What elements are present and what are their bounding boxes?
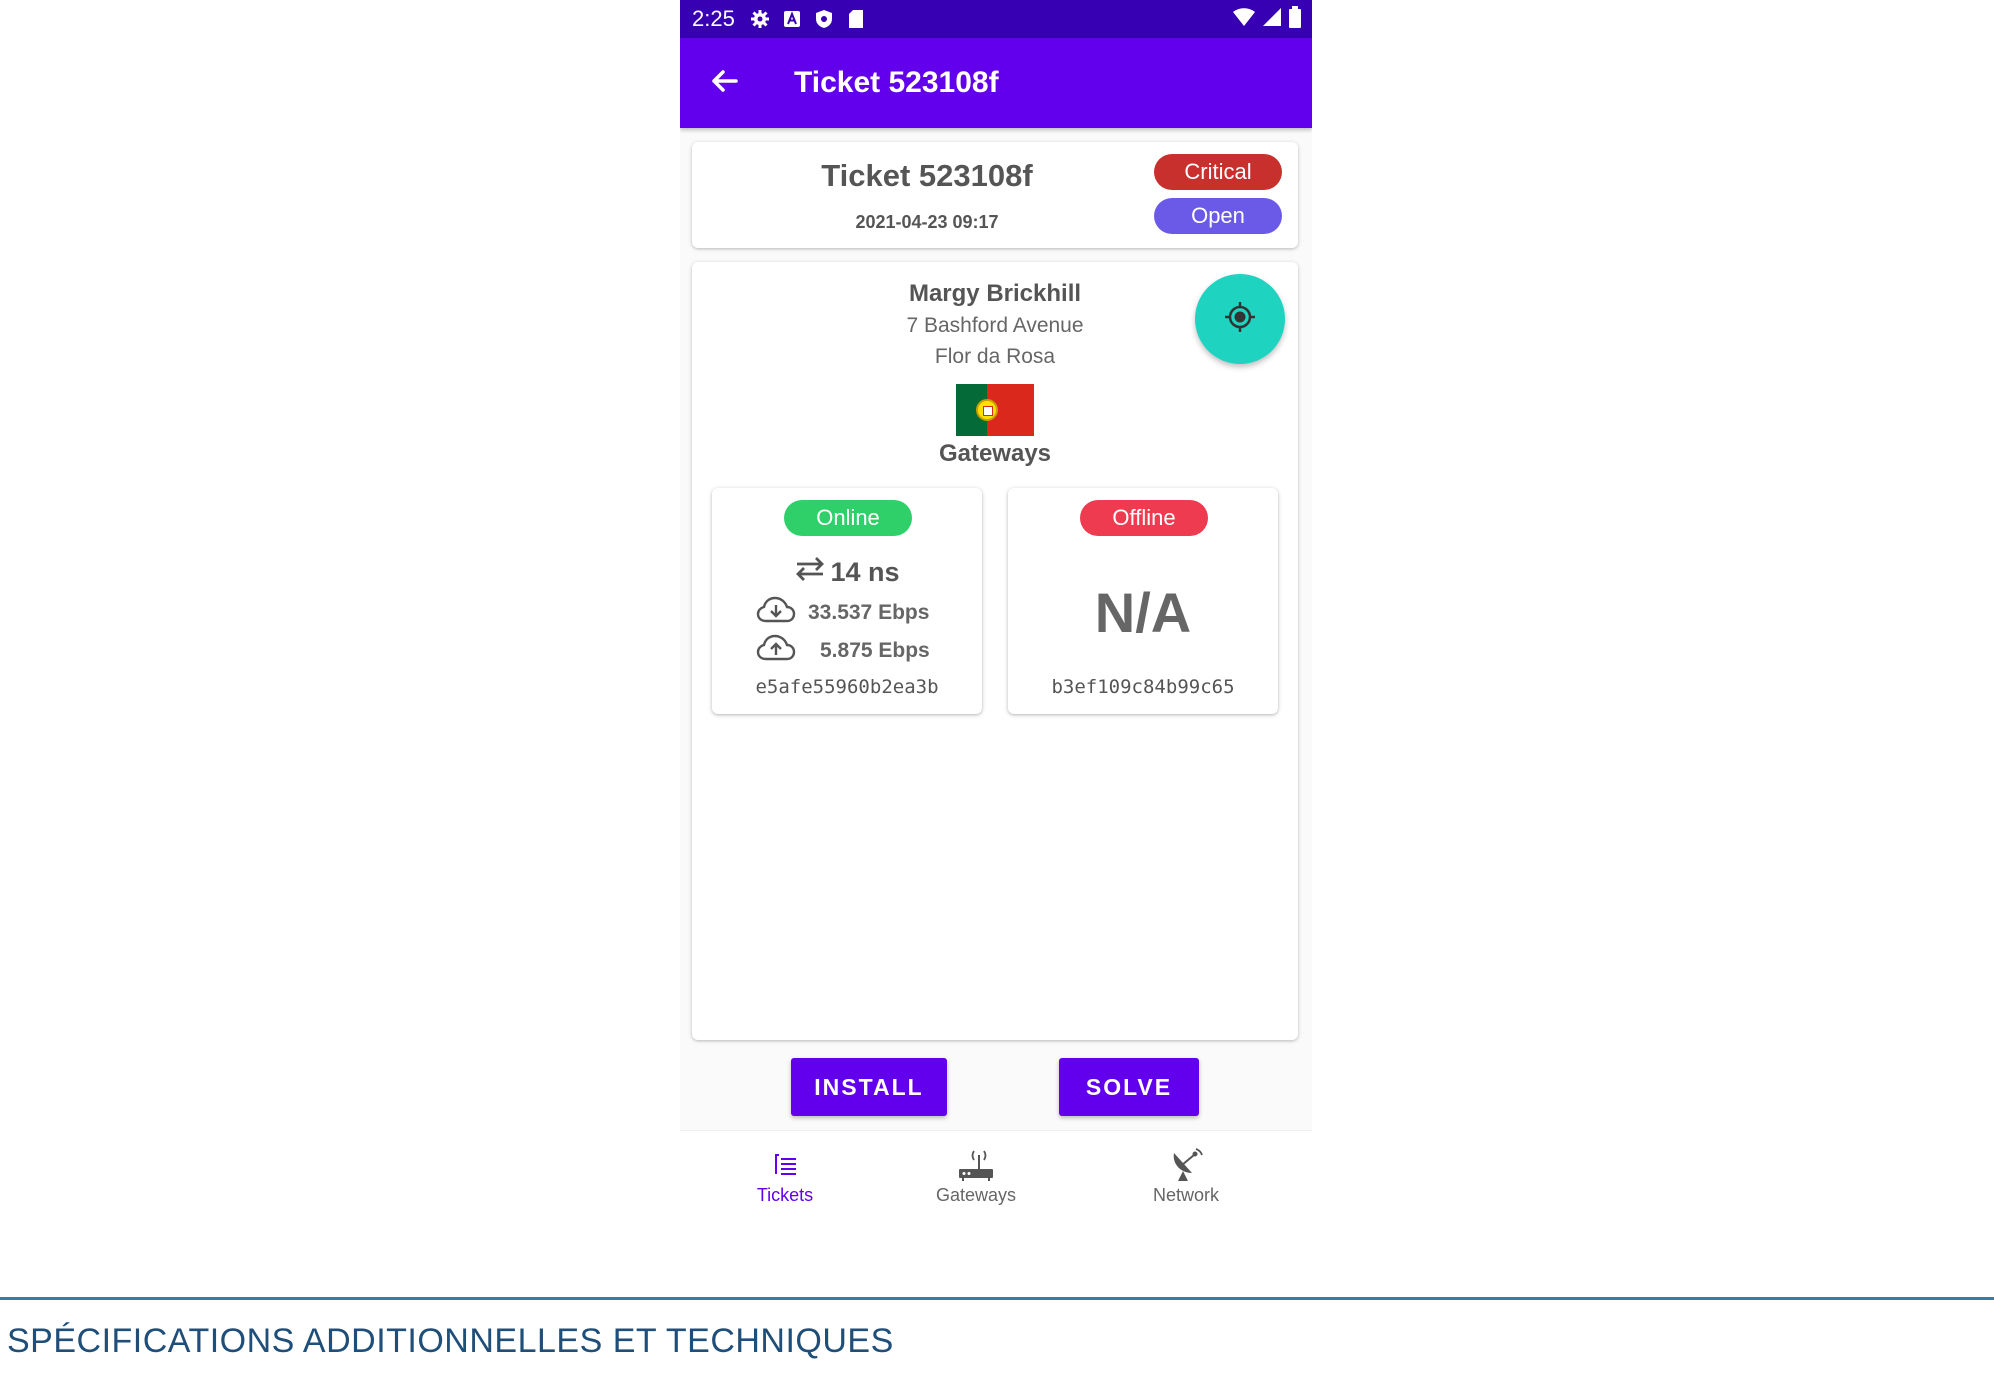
gateway-download-value: 33.537 Ebps — [808, 601, 930, 624]
phone-screen: 2:25 Ticket 523108f Ticket 523108f 2021-… — [680, 0, 1312, 1232]
signal-icon — [1262, 7, 1282, 32]
gateway-id: e5afe55960b2ea3b — [755, 676, 939, 698]
locate-button[interactable] — [1195, 274, 1285, 364]
nav-network-label: Network — [1152, 1185, 1219, 1205]
status-bar: 2:25 — [680, 0, 1312, 38]
portugal-flag — [956, 384, 1034, 436]
gateway-upload-row: 5.875 Ebps — [756, 634, 930, 668]
back-button[interactable] — [694, 53, 754, 113]
arrow-back-icon — [709, 66, 739, 101]
app-bar-title: Ticket 523108f — [794, 66, 999, 99]
gps-fixed-icon — [1223, 300, 1257, 339]
install-button[interactable]: INSTALL — [791, 1058, 947, 1116]
nav-tickets-label: Tickets — [756, 1185, 814, 1205]
app-bar: Ticket 523108f — [680, 38, 1312, 128]
footer-caption: SPÉCIFICATIONS ADDITIONNELLES ET TECHNIQ… — [7, 1322, 894, 1360]
a-icon — [781, 8, 803, 30]
cloud-upload-icon — [756, 634, 796, 668]
gateway-id: b3ef109c84b99c65 — [1051, 676, 1235, 698]
nav-network[interactable]: Network — [1111, 1145, 1261, 1206]
bottom-navigation: Tickets Gateways Network — [680, 1130, 1312, 1232]
nav-gateways[interactable]: Gateways — [901, 1145, 1051, 1206]
gateway-download-row: 33.537 Ebps — [756, 596, 929, 630]
shield-icon — [813, 8, 835, 30]
ticket-date: 2021-04-23 09:17 — [855, 212, 999, 232]
status-badge: Open — [1154, 198, 1282, 234]
nav-gateways-label: Gateways — [935, 1185, 1017, 1205]
status-time: 2:25 — [692, 6, 735, 31]
satellite-dish-icon — [1111, 1145, 1261, 1185]
priority-badge: Critical — [1154, 154, 1282, 190]
cloud-download-icon — [756, 596, 796, 630]
wifi-icon — [1232, 7, 1256, 32]
sd-card-icon — [845, 8, 867, 30]
gateway-card-offline[interactable]: Offline N/A b3ef109c84b99c65 — [1008, 488, 1278, 714]
swap-arrows-icon — [794, 556, 826, 589]
router-icon — [901, 1145, 1051, 1185]
gateway-state-badge: Offline — [1080, 500, 1208, 536]
nav-tickets[interactable]: Tickets — [710, 1145, 860, 1206]
gateway-card-online[interactable]: Online 14 ns 33.537 Ebps 5.875 Ebps e5af… — [712, 488, 982, 714]
ticket-header-card: Ticket 523108f 2021-04-23 09:17 Critical… — [692, 142, 1298, 248]
status-icons — [749, 8, 867, 30]
gear-icon — [749, 8, 771, 30]
gateway-latency-value: 14 ns — [830, 557, 900, 587]
gateway-latency: 14 ns — [712, 556, 982, 589]
gateways-heading: Gateways — [938, 440, 1052, 467]
ticket-detail-card: Margy Brickhill 7 Bashford Avenue Flor d… — [692, 262, 1298, 1040]
gateway-state-badge: Online — [784, 500, 912, 536]
solve-button[interactable]: SOLVE — [1059, 1058, 1199, 1116]
list-icon — [710, 1145, 860, 1185]
battery-icon — [1288, 5, 1302, 33]
ticket-title: Ticket 523108f — [821, 158, 1033, 193]
footer-divider — [0, 1297, 1994, 1300]
status-right-icons — [1232, 0, 1302, 38]
gateway-upload-value: 5.875 Ebps — [820, 639, 930, 662]
gateway-na-value: N/A — [1094, 581, 1192, 644]
